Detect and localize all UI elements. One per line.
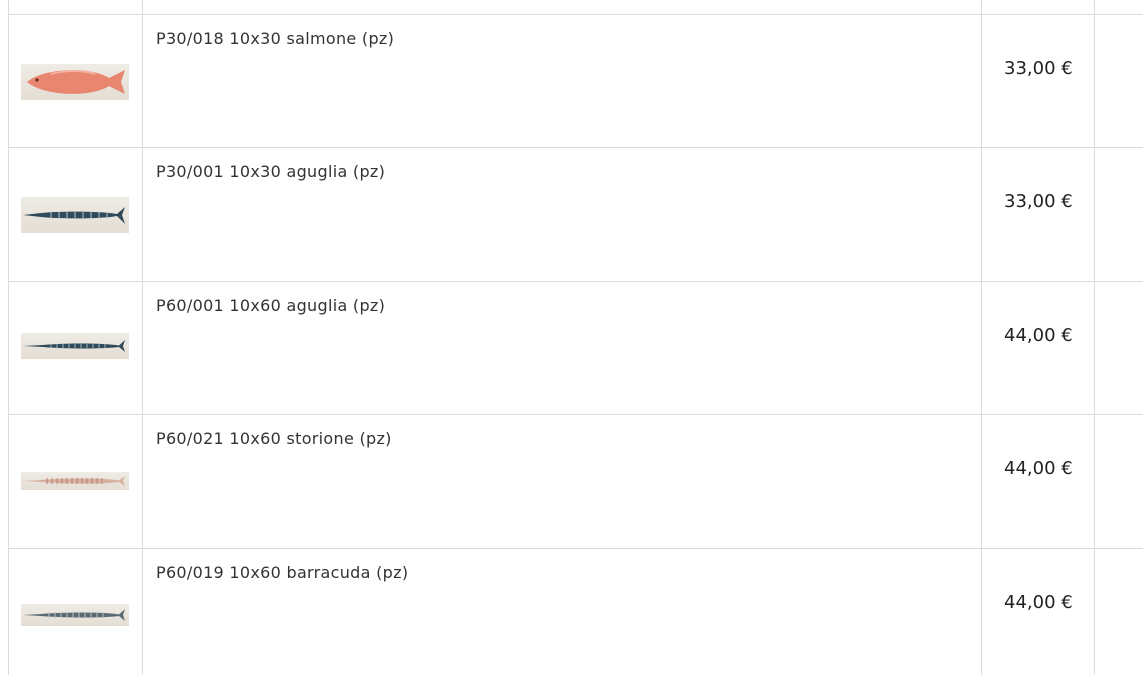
product-price: 33,00 € bbox=[1004, 191, 1073, 212]
product-name[interactable]: P60/001 10x60 aguglia (pz) bbox=[156, 296, 385, 315]
product-name[interactable]: P30/001 10x30 aguglia (pz) bbox=[156, 162, 385, 181]
sturgeon-tile-image[interactable] bbox=[21, 472, 129, 490]
table-row: P30/001 10x30 aguglia (pz) 33,00 € bbox=[8, 148, 1143, 281]
product-price: 33,00 € bbox=[1004, 58, 1073, 79]
product-price: 44,00 € bbox=[1004, 592, 1073, 613]
product-name[interactable]: P60/021 10x60 storione (pz) bbox=[156, 429, 392, 448]
needlefish-tile-image[interactable] bbox=[21, 197, 129, 233]
product-table: P30/018 10x30 salmone (pz) 33,00 € P30/0… bbox=[0, 0, 1143, 675]
table-row: P60/019 10x60 barracuda (pz) 44,00 € bbox=[8, 549, 1143, 682]
table-row: P60/001 10x60 aguglia (pz) 44,00 € bbox=[8, 282, 1143, 415]
product-price: 44,00 € bbox=[1004, 458, 1073, 479]
salmon-fish-tile-image[interactable] bbox=[21, 64, 129, 100]
product-name[interactable]: P60/019 10x60 barracuda (pz) bbox=[156, 563, 408, 582]
barracuda-tile-image[interactable] bbox=[21, 604, 129, 626]
product-price: 44,00 € bbox=[1004, 325, 1073, 346]
table-row: P30/018 10x30 salmone (pz) 33,00 € bbox=[8, 15, 1143, 148]
table-row: P60/021 10x60 storione (pz) 44,00 € bbox=[8, 415, 1143, 548]
needlefish-tile-image[interactable] bbox=[21, 333, 129, 359]
product-name[interactable]: P30/018 10x30 salmone (pz) bbox=[156, 29, 394, 48]
